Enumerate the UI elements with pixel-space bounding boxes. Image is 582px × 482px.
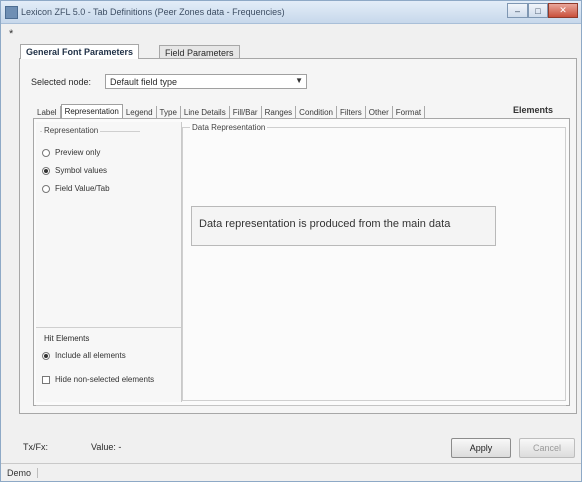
inner-tab-strip: Label Representation Legend Type Line De… [34,104,426,119]
status-bar: Demo [1,463,581,481]
radio-icon[interactable] [42,184,50,193]
option-label: Hide non-selected elements [55,375,155,384]
type-label: Tx/Fx: [23,442,48,452]
radio-icon[interactable] [42,351,50,360]
data-representation-group [182,127,566,401]
chevron-down-icon[interactable]: ▼ [295,76,303,85]
option-preview-only[interactable]: Preview only [42,148,100,157]
properties-window: Lexicon ZFL 5.0 - Tab Definitions (Peer … [0,0,582,482]
hit-elements-label: Hit Elements [44,334,90,343]
option-field-value[interactable]: Field Value/Tab [42,184,110,193]
radio-icon[interactable] [42,166,50,175]
section-divider [36,327,181,328]
window-title: Lexicon ZFL 5.0 - Tab Definitions (Peer … [21,7,285,17]
elements-tab[interactable]: Elements [513,105,553,115]
app-icon [5,6,18,19]
option-label: Field Value/Tab [55,184,110,193]
data-representation-label: Data Representation [190,123,268,132]
selected-node-combobox[interactable]: Default field type ▼ [105,74,307,89]
apply-button[interactable]: Apply [451,438,511,458]
value-label: Value: - [91,442,122,452]
tab-general-font-parameters[interactable]: General Font Parameters [20,44,140,59]
selected-node-value: Default field type [110,77,178,87]
option-label: Symbol values [55,166,108,175]
close-icon[interactable]: ✕ [548,3,578,18]
tab-field-parameters[interactable]: Field Parameters [159,45,240,59]
representation-options-pane: Representation Preview only Symbol value… [36,122,182,402]
selected-node-label: Selected node: [31,77,92,87]
info-message: Data representation is produced from the… [191,206,496,246]
checkbox-icon[interactable] [42,375,50,384]
option-hide-non-selected[interactable]: Hide non-selected elements [42,375,154,384]
tab-representation[interactable]: Representation [60,104,123,119]
horizontal-scrollbar[interactable] [36,405,566,406]
option-include-all[interactable]: Include all elements [42,351,126,360]
minimize-icon[interactable]: ‒ [507,3,528,18]
option-label: Include all elements [55,351,126,360]
title-bar[interactable]: Lexicon ZFL 5.0 - Tab Definitions (Peer … [1,1,581,24]
representation-group-label: Representation [42,126,101,135]
cancel-button[interactable]: Cancel [519,438,575,458]
option-symbol-values[interactable]: Symbol values [42,166,107,175]
modified-marker: * [9,28,14,40]
status-text: Demo [7,468,39,478]
option-label: Preview only [55,148,101,157]
maximize-icon[interactable]: □ [528,3,548,18]
radio-icon[interactable] [42,148,50,157]
